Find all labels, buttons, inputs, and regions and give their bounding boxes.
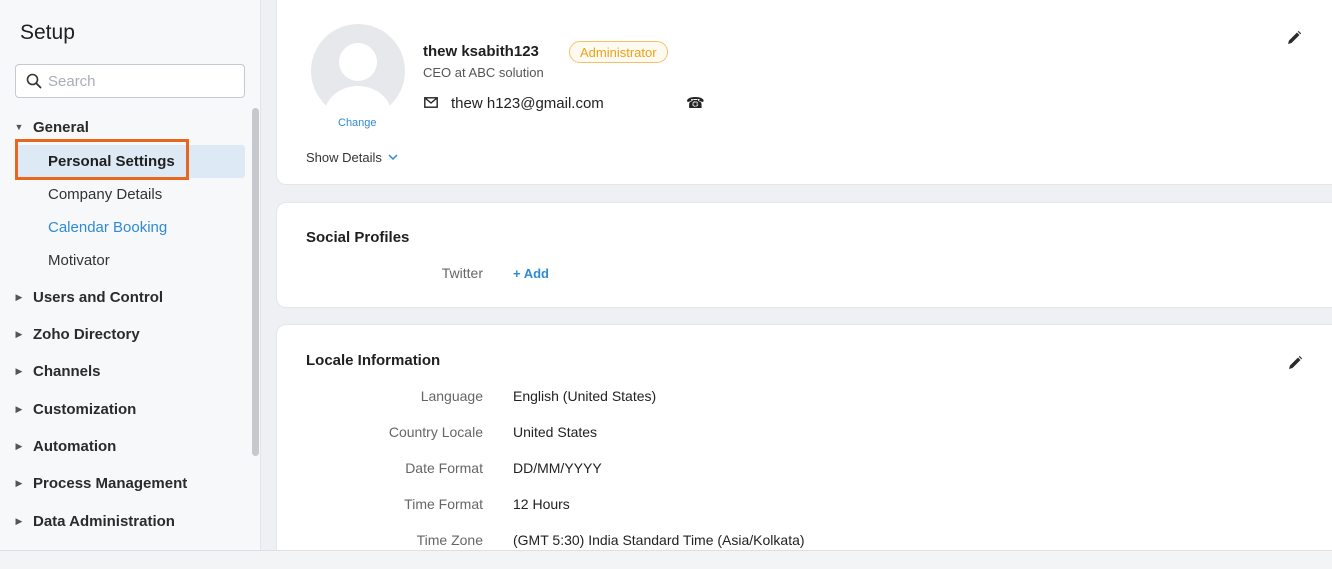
language-label: Language bbox=[420, 388, 483, 404]
add-twitter-link[interactable]: + Add bbox=[513, 266, 549, 281]
edit-locale-pencil-icon[interactable] bbox=[1287, 355, 1303, 371]
nav-group-process-management[interactable]: ▶ Process Management bbox=[0, 470, 188, 496]
social-profiles-card bbox=[276, 202, 1332, 308]
show-details-label: Show Details bbox=[306, 150, 382, 165]
date-format-value: DD/MM/YYYY bbox=[513, 460, 602, 476]
search-box[interactable] bbox=[15, 64, 245, 98]
bottom-status-bar bbox=[0, 550, 1332, 569]
nav-group-label: Automation bbox=[33, 437, 117, 455]
country-locale-value: United States bbox=[513, 424, 598, 440]
time-format-value: 12 Hours bbox=[513, 496, 570, 512]
twitter-label: Twitter bbox=[441, 265, 483, 281]
caret-down-icon: ▼ bbox=[14, 122, 24, 132]
nav-group-label: Users and Control bbox=[33, 288, 164, 306]
phone-icon: ☎ bbox=[686, 95, 705, 112]
nav-group-general[interactable]: ▼ General bbox=[0, 114, 89, 140]
sidebar-scrollbar[interactable] bbox=[252, 108, 259, 456]
caret-right-icon: ▶ bbox=[15, 328, 23, 339]
nav-group-label: General bbox=[33, 118, 89, 136]
date-format-label: Date Format bbox=[405, 460, 483, 476]
email-icon bbox=[424, 97, 438, 108]
avatar[interactable] bbox=[311, 24, 405, 118]
user-name: thew ksabith123 bbox=[423, 43, 539, 60]
nav-group-users-and-control[interactable]: ▶ Users and Control bbox=[0, 284, 164, 310]
caret-right-icon: ▶ bbox=[15, 291, 23, 302]
user-silhouette-icon bbox=[324, 43, 392, 118]
nav-group-label: Zoho Directory bbox=[33, 325, 140, 343]
user-email: thew h123@gmail.com bbox=[451, 95, 604, 112]
nav-group-label: Channels bbox=[33, 362, 101, 380]
sidebar-title: Setup bbox=[20, 21, 75, 44]
time-zone-label: Time Zone bbox=[416, 532, 483, 548]
nav-group-channels[interactable]: ▶ Channels bbox=[0, 358, 101, 384]
caret-right-icon: ▶ bbox=[15, 440, 23, 451]
country-locale-label: Country Locale bbox=[388, 424, 483, 440]
user-title: CEO at ABC solution bbox=[423, 65, 544, 80]
time-format-label: Time Format bbox=[404, 496, 483, 512]
chevron-down-icon bbox=[388, 154, 398, 161]
locale-info-title: Locale Information bbox=[306, 352, 441, 369]
change-photo-link[interactable]: Change bbox=[338, 117, 377, 129]
search-icon bbox=[26, 73, 42, 89]
setup-sidebar: Setup ▼ General Personal Settings Compan… bbox=[0, 0, 261, 550]
nav-group-data-administration[interactable]: ▶ Data Administration bbox=[0, 508, 175, 534]
nav-group-zoho-directory[interactable]: ▶ Zoho Directory bbox=[0, 321, 140, 347]
highlight-annotation-box bbox=[15, 139, 189, 180]
nav-group-customization[interactable]: ▶ Customization bbox=[0, 396, 137, 422]
nav-group-automation[interactable]: ▶ Automation bbox=[0, 433, 117, 459]
caret-right-icon: ▶ bbox=[15, 477, 23, 488]
sidebar-item-calendar-booking[interactable]: Calendar Booking bbox=[48, 214, 167, 240]
sidebar-item-company-details[interactable]: Company Details bbox=[48, 181, 162, 207]
time-zone-value: (GMT 5:30) India Standard Time (Asia/Kol… bbox=[513, 532, 805, 548]
search-input[interactable] bbox=[48, 72, 228, 90]
nav-group-label: Data Administration bbox=[33, 512, 175, 530]
profile-card bbox=[276, 0, 1332, 185]
caret-right-icon: ▶ bbox=[15, 365, 23, 376]
edit-profile-pencil-icon[interactable] bbox=[1286, 30, 1302, 46]
caret-right-icon: ▶ bbox=[15, 515, 23, 526]
show-details-toggle[interactable]: Show Details bbox=[306, 150, 398, 165]
caret-right-icon: ▶ bbox=[15, 403, 23, 414]
nav-group-label: Process Management bbox=[33, 474, 188, 492]
sidebar-item-motivator[interactable]: Motivator bbox=[48, 247, 110, 273]
social-profiles-title: Social Profiles bbox=[306, 229, 410, 246]
role-badge: Administrator bbox=[569, 41, 668, 63]
nav-group-label: Customization bbox=[33, 400, 137, 418]
language-value: English (United States) bbox=[513, 388, 657, 404]
